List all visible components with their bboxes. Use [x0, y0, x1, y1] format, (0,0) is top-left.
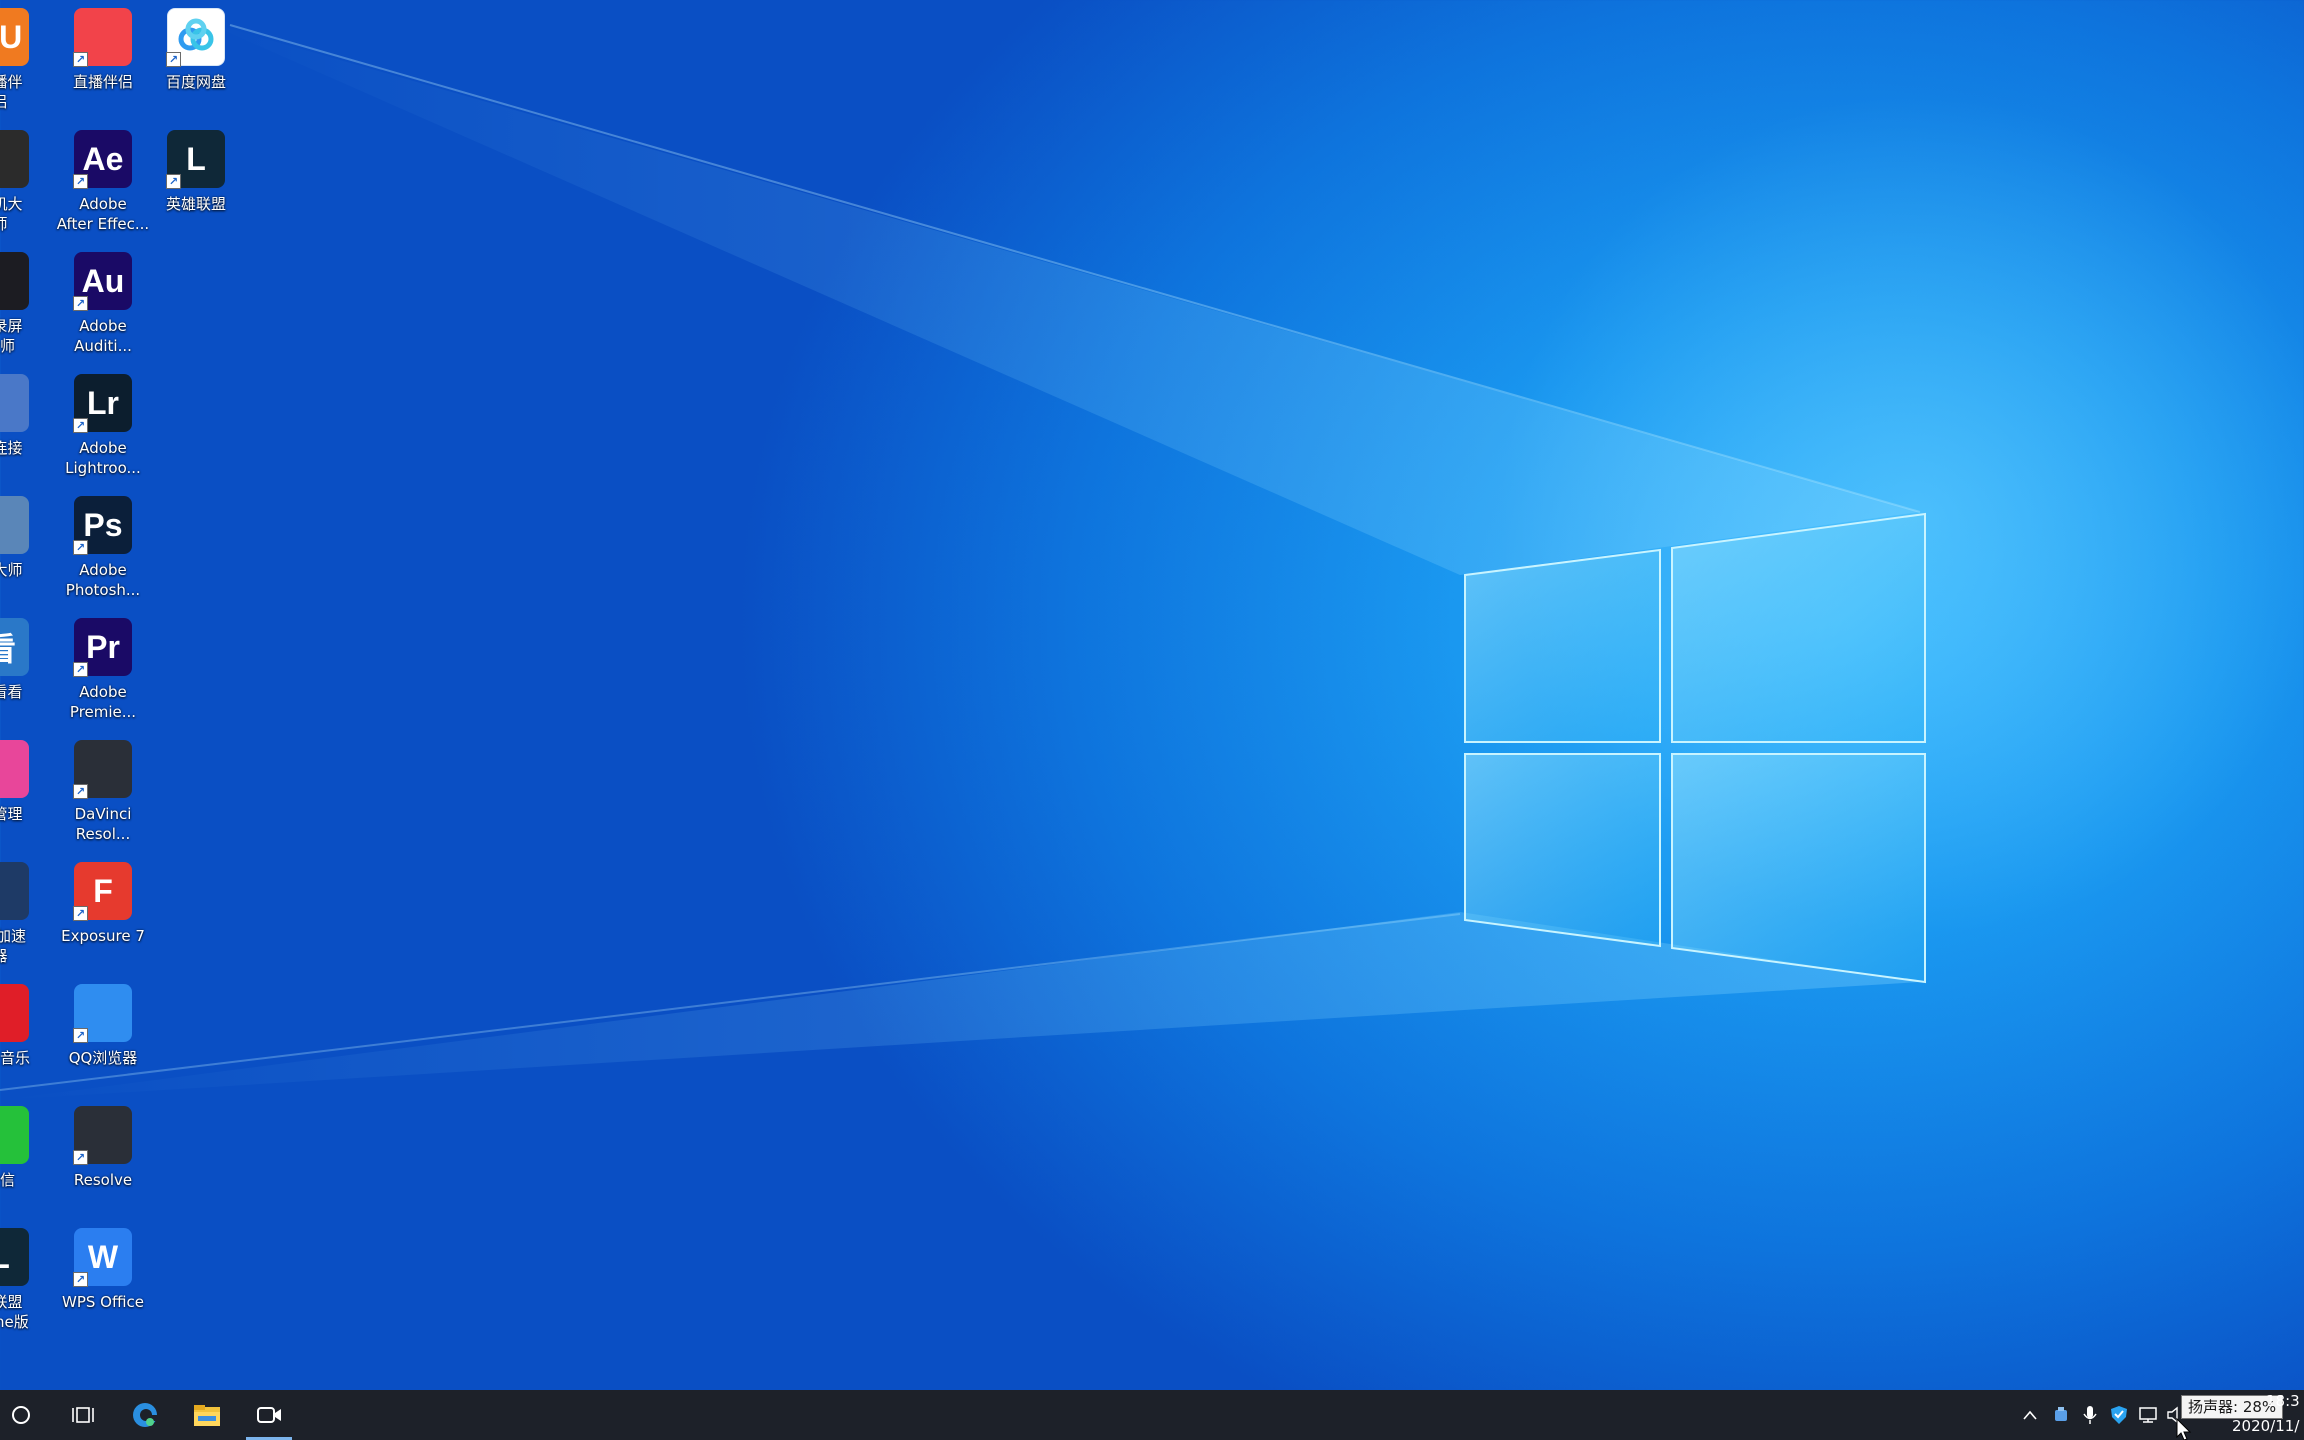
desktop-icon[interactable]: Ps ↗ Adobe Photosh...: [53, 490, 153, 608]
shortcut-arrow-icon: ↗: [73, 784, 88, 799]
video-camera-icon: [257, 1407, 281, 1423]
desktop-icon-label: DaVinci Resol...: [74, 805, 132, 843]
desktop-icon-label: Adobe Photosh...: [65, 561, 141, 599]
mouse-cursor-icon: [2176, 1418, 2192, 1440]
desktop-icon[interactable]: Ae ↗ Adobe After Effec...: [53, 124, 153, 242]
desktop-icon-label: 雄联盟game版: [0, 1293, 29, 1331]
shortcut-arrow-icon: ↗: [73, 296, 88, 311]
shortcut-arrow-icon: ↗: [73, 1272, 88, 1287]
taskbar-file-explorer-button[interactable]: [176, 1390, 238, 1440]
shortcut-arrow-icon: ↗: [73, 1028, 88, 1043]
shortcut-arrow-icon: ↗: [73, 906, 88, 921]
uu-booster-icon: [0, 862, 29, 920]
task-view-icon: [72, 1407, 94, 1423]
desktop-icon-label: WPS Office: [62, 1293, 144, 1311]
desktop-icon-label: 直播伴侣: [0, 73, 23, 111]
folder-icon: [194, 1405, 220, 1426]
desktop-icon-label: 节连接: [0, 439, 23, 457]
microphone-icon: [2083, 1406, 2097, 1424]
show-hidden-icons-button[interactable]: [2018, 1403, 2042, 1427]
chevron-up-icon: [2023, 1410, 2037, 1420]
desktop-icon[interactable]: ↗ DaVinci Resol...: [53, 734, 153, 852]
desktop-icon-label: Adobe Lightroo...: [65, 439, 141, 477]
desktop-icon[interactable]: ↗ 直播伴侣: [53, 2, 153, 120]
desktop-icon-label: 英雄联盟: [165, 195, 226, 213]
shortcut-arrow-icon: ↗: [73, 1150, 88, 1165]
file-manager-icon: [0, 740, 29, 798]
search-button[interactable]: [0, 1390, 52, 1440]
taskbar-screen-recorder-button[interactable]: [238, 1390, 300, 1440]
desktop-icon-label: 装机大师: [0, 195, 23, 233]
desktop-icon[interactable]: Lr ↗ Adobe Lightroo...: [53, 368, 153, 486]
desktop-icon-label: 件管理: [0, 805, 23, 823]
desktop-icon-label: UU加速器: [0, 927, 26, 965]
search-circle-icon: [12, 1406, 30, 1424]
desktop-icon[interactable]: 看↗图看看: [0, 612, 50, 730]
desktop-icon-label: Resolve: [73, 1171, 133, 1189]
desktop-icon-label: 易云音乐: [0, 1049, 30, 1067]
desktop-icon-label: Adobe Premie...: [69, 683, 137, 721]
edge-browser-icon: [133, 1403, 159, 1427]
security-shield-button[interactable]: [2107, 1403, 2131, 1427]
desktop-icon[interactable]: ↗微信: [0, 1100, 50, 1218]
network-button[interactable]: [2136, 1403, 2160, 1427]
installer-master-icon: [0, 130, 29, 188]
avatar-master-icon: [0, 496, 29, 554]
shortcut-arrow-icon: ↗: [166, 52, 181, 67]
desktop-icon[interactable]: ↗节连接: [0, 368, 50, 486]
shortcut-arrow-icon: ↗: [166, 174, 181, 189]
shield-icon: [2111, 1406, 2127, 1424]
lol-wegame-icon: L: [0, 1228, 29, 1286]
screen-recorder-icon: [0, 252, 29, 310]
remote-connection-icon: [0, 374, 29, 432]
microphone-button[interactable]: [2078, 1403, 2102, 1427]
desktop-icon[interactable]: L ↗ 英雄联盟: [146, 124, 246, 242]
desktop-icon[interactable]: Pr ↗ Adobe Premie...: [53, 612, 153, 730]
netease-music-icon: [0, 984, 29, 1042]
desktop-icon[interactable]: Au ↗ Adobe Auditi...: [53, 246, 153, 364]
desktop-icon-label: 直播伴侣: [72, 73, 133, 91]
desktop-icon[interactable]: ↗件管理: [0, 734, 50, 852]
shortcut-arrow-icon: ↗: [73, 174, 88, 189]
desktop-icon[interactable]: YU↗直播伴侣: [0, 2, 50, 120]
desktop-icon-label: 式录屏大师: [0, 317, 23, 355]
desktop-icon-label: QQ浏览器: [68, 1049, 138, 1067]
douyu-icon: YU: [0, 8, 29, 66]
taskbar: [0, 1390, 2304, 1440]
tray-app-button[interactable]: [2049, 1403, 2073, 1427]
desktop-icon-label: 图看看: [0, 683, 23, 701]
image-viewer-icon: 看: [0, 618, 29, 676]
desktop-icon-label: Adobe Auditi...: [74, 317, 132, 355]
desktop-icon[interactable]: ↗式录屏大师: [0, 246, 50, 364]
desktop-icon-label: Adobe After Effec...: [56, 195, 150, 233]
windows-logo: [1464, 512, 1926, 984]
task-view-button[interactable]: [52, 1390, 114, 1440]
tray-app-icon: [2055, 1407, 2067, 1421]
shortcut-arrow-icon: ↗: [73, 662, 88, 677]
taskbar-edge-button[interactable]: [114, 1390, 176, 1440]
wallpaper-light-beams: [0, 0, 2304, 1390]
desktop-icon[interactable]: ↗头大师: [0, 490, 50, 608]
desktop-icon[interactable]: ↗易云音乐: [0, 978, 50, 1096]
desktop-icon-label: 百度网盘: [165, 73, 226, 91]
desktop-icon[interactable]: ↗装机大师: [0, 124, 50, 242]
shortcut-arrow-icon: ↗: [73, 52, 88, 67]
shortcut-arrow-icon: ↗: [73, 418, 88, 433]
clock-time[interactable]: 18:3: [2266, 1392, 2300, 1410]
desktop-icon[interactable]: W ↗ WPS Office: [53, 1222, 153, 1340]
desktop-icon[interactable]: F ↗ Exposure 7: [53, 856, 153, 974]
desktop-icon[interactable]: ↗UU加速器: [0, 856, 50, 974]
desktop-icon[interactable]: ↗ QQ浏览器: [53, 978, 153, 1096]
desktop-icon-label: 头大师: [0, 561, 23, 579]
clock-date[interactable]: 2020/11/: [2232, 1417, 2299, 1435]
shortcut-arrow-icon: ↗: [73, 540, 88, 555]
desktop-icon[interactable]: L↗雄联盟game版: [0, 1222, 50, 1340]
desktop-icon-label: Exposure 7: [61, 927, 145, 945]
network-monitor-icon: [2139, 1407, 2157, 1423]
wechat-icon: [0, 1106, 29, 1164]
desktop-icon-label: 微信: [0, 1171, 15, 1189]
desktop-icon[interactable]: ↗ Resolve: [53, 1100, 153, 1218]
desktop-icon[interactable]: ↗ 百度网盘: [146, 2, 246, 120]
